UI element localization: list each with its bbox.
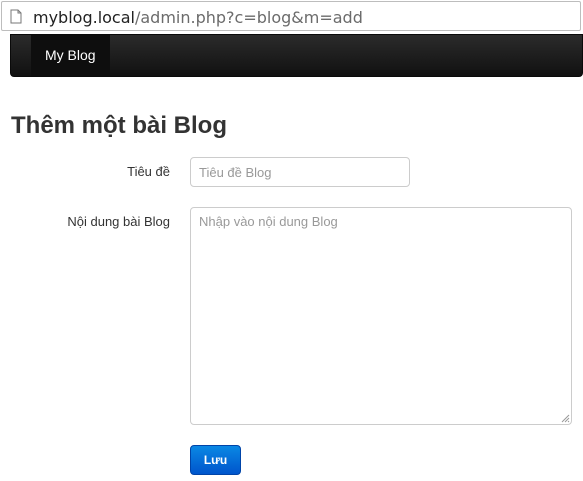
resize-grip-icon[interactable] xyxy=(561,414,570,423)
url-field[interactable]: myblog.local/admin.php?c=blog&m=add xyxy=(1,1,581,31)
title-label: Tiêu đề xyxy=(127,164,170,179)
save-button[interactable]: Lưu xyxy=(190,445,241,475)
url-path: /admin.php?c=blog&m=add xyxy=(134,8,363,27)
address-bar: myblog.local/admin.php?c=blog&m=add xyxy=(0,0,583,33)
content-label: Nội dung bài Blog xyxy=(67,214,170,229)
page-title: Thêm một bài Blog xyxy=(11,112,227,139)
page-icon xyxy=(10,9,22,24)
navbar: My Blog xyxy=(10,34,583,77)
brand-link[interactable]: My Blog xyxy=(31,35,110,76)
url-host: myblog.local xyxy=(33,8,135,27)
title-input[interactable] xyxy=(190,157,410,187)
content-textarea[interactable] xyxy=(190,207,572,425)
url-text: myblog.local/admin.php?c=blog&m=add xyxy=(33,8,363,27)
